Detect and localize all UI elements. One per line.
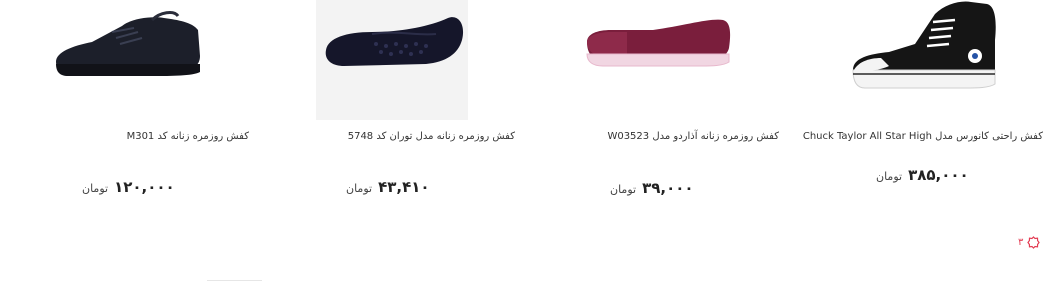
divider: [207, 280, 262, 281]
product-image[interactable]: [845, 0, 1000, 90]
price-amount: ۳۸۵,۰۰۰: [908, 166, 969, 184]
product-title[interactable]: کفش روزمره زنانه مدل توران کد 5748: [348, 131, 515, 142]
price-row: تومان ۱۲۰,۰۰۰: [82, 178, 175, 196]
product-title[interactable]: کفش روزمره زنانه کد M301: [127, 131, 249, 142]
pager-indicator[interactable]: ۳: [1018, 236, 1041, 249]
price-row: تومان ۳۸۵,۰۰۰: [876, 166, 969, 184]
red-badge-icon: [1027, 236, 1041, 249]
product-image[interactable]: [52, 6, 202, 86]
product-image: [325, 17, 464, 66]
currency-label: تومان: [610, 183, 637, 196]
product-image-frame[interactable]: [316, 0, 468, 120]
currency-label: تومان: [82, 182, 109, 195]
product-title[interactable]: کفش روزمره زنانه آذاردو مدل W03523: [607, 131, 779, 142]
price-amount: ۴۳,۴۱۰: [378, 178, 430, 196]
product-card[interactable]: کفش روزمره زنانه آذاردو مدل W03523 تومان…: [575, 0, 785, 205]
price-amount: ۱۲۰,۰۰۰: [114, 178, 175, 196]
currency-label: تومان: [346, 182, 373, 195]
price-row: تومان ۳۹,۰۰۰: [610, 179, 694, 197]
price-amount: ۳۹,۰۰۰: [642, 179, 694, 197]
product-card[interactable]: کفش راحتی کانورس مدل Chuck Taylor All St…: [803, 0, 1045, 205]
currency-label: تومان: [876, 170, 903, 183]
product-card[interactable]: کفش روزمره زنانه مدل توران کد 5748 تومان…: [310, 0, 525, 205]
price-row: تومان ۴۳,۴۱۰: [346, 178, 430, 196]
product-title[interactable]: کفش راحتی کانورس مدل Chuck Taylor All St…: [803, 131, 1043, 142]
product-card[interactable]: کفش روزمره زنانه کد M301 تومان ۱۲۰,۰۰۰: [50, 0, 260, 205]
product-image[interactable]: [583, 14, 733, 74]
pager-value: ۳: [1018, 237, 1024, 248]
